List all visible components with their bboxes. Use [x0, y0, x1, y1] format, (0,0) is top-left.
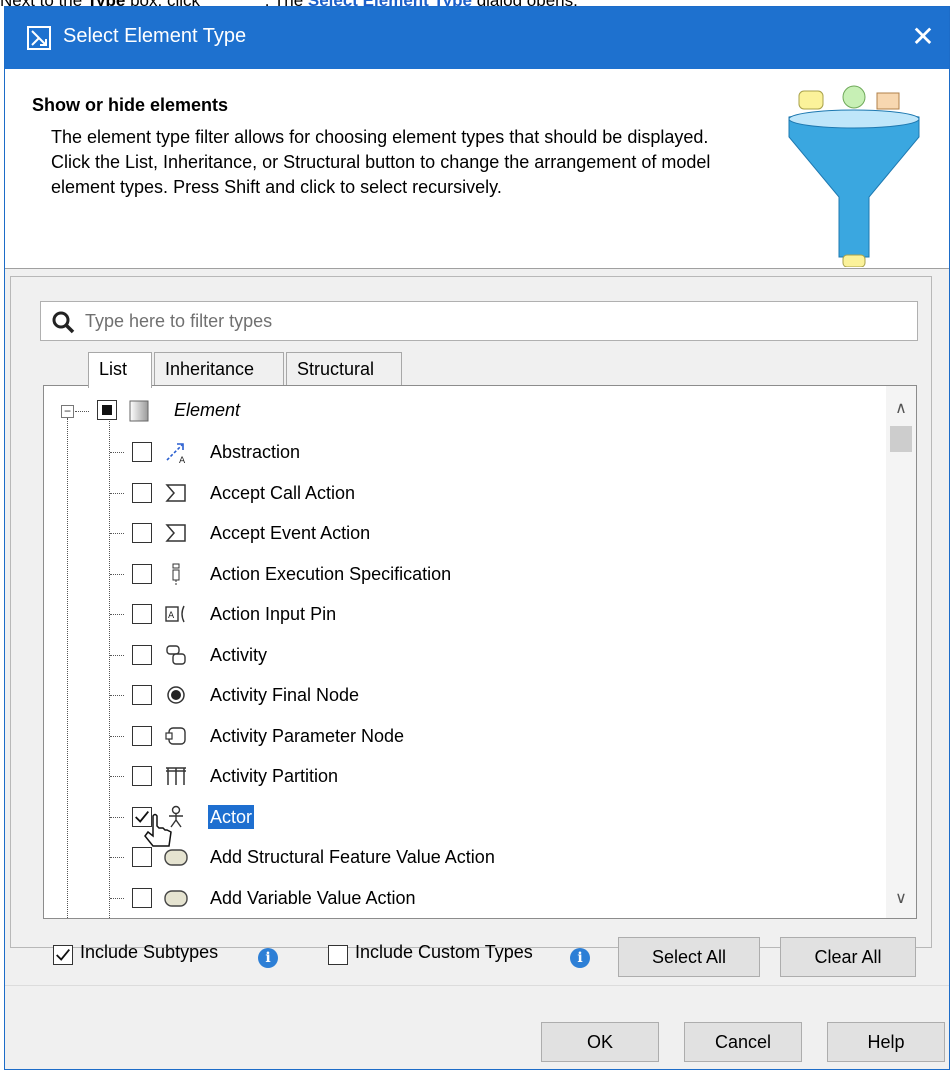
ok-button[interactable]: OK	[541, 1022, 659, 1062]
tree-row-element[interactable]: − Element	[44, 392, 874, 432]
header-description: The element type filter allows for choos…	[51, 127, 711, 197]
tab-list[interactable]: List	[88, 352, 152, 388]
tree-item-checkbox[interactable]	[132, 685, 152, 705]
tree-item-checkbox[interactable]	[132, 523, 152, 543]
info-icon[interactable]: i	[258, 948, 278, 968]
tree-item-label: Action Execution Specification	[210, 563, 452, 584]
tree-row-activity-partition[interactable]: Activity Partition	[44, 756, 874, 796]
add-variable-value-action-icon	[164, 889, 188, 907]
tree-item-label: Activity Partition	[210, 766, 339, 786]
tree-row-action-execution-specification[interactable]: Action Execution Specification	[44, 554, 874, 594]
tree-item-checkbox[interactable]	[132, 563, 152, 584]
tab-inheritance[interactable]: Inheritance	[154, 352, 284, 386]
svg-text:A: A	[179, 456, 186, 464]
element-icon	[129, 400, 149, 422]
scroll-up-icon[interactable]: ∧	[886, 396, 916, 422]
tree-row-abstraction[interactable]: A Abstraction	[44, 432, 874, 472]
tree-item-checkbox[interactable]	[132, 644, 152, 665]
tree-connector	[110, 492, 124, 494]
tree-row-activity-final-node[interactable]: Activity Final Node	[44, 675, 874, 715]
tree-connector	[110, 816, 124, 818]
tree-item-label: Activity	[210, 644, 268, 665]
tab-structural[interactable]: Structural	[286, 352, 402, 386]
help-button[interactable]: Help	[827, 1022, 945, 1062]
include-subtypes-label: Include Subtypes	[80, 942, 219, 962]
svg-text:A: A	[168, 611, 175, 621]
action-input-pin-icon: A	[165, 605, 185, 623]
tree-row-add-variable-value-action[interactable]: Add Variable Value Action	[44, 878, 874, 918]
select-all-button[interactable]: Select All	[618, 937, 760, 977]
tree-connector	[110, 776, 124, 777]
tree-connector	[110, 897, 124, 899]
tab-structural-label: Structural	[297, 359, 375, 379]
tree-item-label: Add Structural Feature Value Action	[210, 847, 495, 867]
activity-final-node-icon	[167, 686, 185, 704]
activity-icon	[166, 644, 186, 665]
filter-funnel-icon	[788, 85, 920, 267]
info-icon[interactable]: i	[570, 948, 590, 968]
search-box[interactable]	[40, 301, 918, 341]
tree-item-label: Abstraction	[210, 442, 301, 462]
abstraction-icon: A	[166, 443, 186, 464]
tree-row-accept-event-action[interactable]: Accept Event Action	[44, 513, 874, 553]
activity-partition-icon	[166, 767, 186, 785]
element-checkbox[interactable]	[97, 400, 117, 420]
action-execution-specification-icon	[172, 563, 180, 585]
tree-item-checkbox[interactable]	[132, 482, 152, 503]
tree-connector	[110, 695, 124, 696]
scroll-thumb[interactable]	[890, 426, 912, 452]
tree-row-action-input-pin[interactable]: A Action Input Pin	[44, 594, 874, 634]
activity-parameter-node-icon	[165, 726, 186, 745]
mouse-pointer-icon	[144, 813, 172, 847]
accept-event-action-icon	[165, 524, 186, 542]
tree-connector	[110, 533, 124, 534]
tree-item-checkbox[interactable]	[132, 604, 152, 624]
tree-item-label: Accept Call Action	[210, 482, 356, 503]
tree-item-label: Activity Final Node	[210, 685, 360, 705]
cancel-button[interactable]: Cancel	[684, 1022, 802, 1062]
tree-item-label: Actor	[208, 804, 255, 829]
app-icon	[27, 26, 51, 50]
tree-connector	[110, 654, 124, 656]
include-custom-types-label: Include Custom Types	[355, 942, 533, 962]
footer-separator	[5, 985, 949, 986]
accept-call-action-icon	[165, 483, 186, 502]
clear-all-button[interactable]: Clear All	[780, 937, 916, 977]
tree-item-label: Action Input Pin	[210, 604, 337, 624]
tree-connector	[75, 411, 89, 412]
tree-row-accept-call-action[interactable]: Accept Call Action	[44, 473, 874, 513]
tree-connector	[110, 614, 124, 615]
tree-row-activity[interactable]: Activity	[44, 635, 874, 675]
tree-connector	[110, 735, 124, 737]
tree-item-label: Element	[174, 400, 241, 420]
search-input[interactable]	[83, 308, 903, 334]
tree-item-checkbox[interactable]	[132, 725, 152, 746]
dialog-header: Show or hide elements The element type f…	[5, 69, 949, 269]
tree-item-checkbox[interactable]	[132, 887, 152, 908]
tree-item-label: Add Variable Value Action	[210, 887, 416, 908]
header-title: Show or hide elements	[32, 95, 229, 115]
tab-list-label: List	[99, 359, 128, 379]
tree-item-checkbox[interactable]	[132, 766, 152, 786]
tree-item-label: Accept Event Action	[210, 523, 371, 543]
include-subtypes-checkbox[interactable]	[53, 945, 73, 965]
tab-inheritance-label: Inheritance	[165, 359, 255, 379]
tree-row-activity-parameter-node[interactable]: Activity Parameter Node	[44, 716, 874, 756]
collapse-icon[interactable]: −	[61, 405, 74, 418]
tree-connector	[110, 452, 124, 453]
include-custom-types-checkbox[interactable]	[328, 945, 348, 965]
close-icon[interactable]: ✕	[901, 15, 945, 59]
tree-item-checkbox[interactable]	[132, 442, 152, 462]
tree-item-label: Activity Parameter Node	[210, 725, 405, 746]
window-title: Select Element Type	[63, 25, 247, 47]
search-icon	[52, 311, 75, 334]
tree-connector	[110, 857, 124, 858]
scroll-down-icon[interactable]: ∨	[886, 886, 916, 912]
tree-connector	[110, 573, 124, 575]
title-bar: Select Element Type ✕	[5, 7, 949, 69]
tree-scrollbar[interactable]: ∧ ∨	[886, 386, 916, 918]
